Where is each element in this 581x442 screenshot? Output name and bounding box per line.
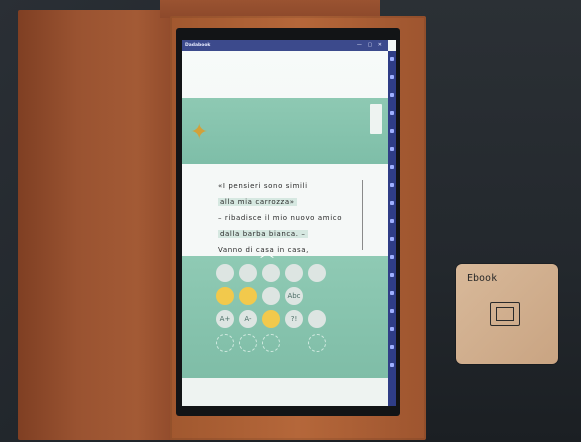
gear-icon[interactable] — [262, 310, 280, 328]
text-line: alla mia carrozza» — [218, 198, 297, 206]
speech-bubble-icon[interactable] — [262, 264, 280, 282]
rail-icon[interactable] — [390, 147, 394, 151]
rail-icon[interactable] — [390, 93, 394, 97]
reader-toolbar: ︿ Abc A+ A-?! — [182, 245, 388, 378]
flag-icon[interactable] — [216, 287, 234, 305]
rail-icon[interactable] — [390, 57, 394, 61]
rail-icon[interactable] — [390, 183, 394, 187]
text-line-content: – ribadisce il mio nuovo amico — [218, 214, 343, 222]
chevron-up-icon[interactable]: ︿ — [260, 242, 274, 262]
empty-slot — [239, 334, 257, 352]
decrease-font-icon[interactable]: A- — [239, 310, 257, 328]
rail-icon[interactable] — [390, 291, 394, 295]
rail-icon[interactable] — [390, 363, 394, 367]
help-icon[interactable]: ?! — [285, 310, 303, 328]
moon-icon[interactable] — [262, 287, 280, 305]
minimize-icon[interactable]: — — [357, 42, 364, 48]
keyboard-key-icon — [490, 302, 520, 326]
empty-slot — [216, 334, 234, 352]
text-line: «I pensieri sono simili — [218, 182, 308, 190]
side-menu-button[interactable] — [370, 104, 382, 134]
rail-icon[interactable] — [390, 165, 394, 169]
image-icon[interactable] — [285, 264, 303, 282]
rail-icon[interactable] — [390, 309, 394, 313]
rail-icon[interactable] — [390, 129, 394, 133]
text-icon[interactable] — [239, 287, 257, 305]
increase-font-icon[interactable]: A+ — [216, 310, 234, 328]
menu-icon[interactable] — [239, 264, 257, 282]
right-rail — [388, 51, 396, 406]
page-bottom — [182, 378, 388, 406]
book-icon[interactable] — [216, 264, 234, 282]
window-titlebar: Dadabook — ▢ ✕ — [182, 40, 388, 51]
rail-icon[interactable] — [390, 273, 394, 277]
text-line: dalla barba bianca. – — [218, 230, 308, 238]
empty-slot — [262, 334, 280, 352]
ebook-card: Ebook — [456, 264, 558, 364]
scroll-indicator[interactable] — [362, 180, 363, 250]
rail-icon[interactable] — [390, 237, 394, 241]
rail-icon[interactable] — [390, 327, 394, 331]
close-icon[interactable]: ✕ — [378, 42, 384, 48]
text-line-content: «I pensieri sono simili — [218, 182, 308, 190]
rail-icon[interactable] — [390, 75, 394, 79]
pages-icon[interactable] — [308, 264, 326, 282]
empty-slot — [308, 334, 326, 352]
ebook-card-title: Ebook — [467, 273, 498, 284]
header-banner: ✦ — [182, 98, 388, 218]
text-line-content: dalla barba bianca. – — [218, 230, 308, 238]
wood-panel — [18, 10, 188, 440]
font-icon[interactable]: Abc — [285, 287, 303, 305]
kiosk-screen: Dadabook — ▢ ✕ ✦ «I pensieri sono simili… — [182, 40, 396, 406]
rail-icon[interactable] — [390, 255, 394, 259]
window-controls[interactable]: — ▢ ✕ — [357, 40, 384, 51]
text-line-content: alla mia carrozza» — [218, 198, 297, 206]
rail-icon[interactable] — [390, 201, 394, 205]
window-title: Dadabook — [185, 43, 211, 48]
text-line: – ribadisce il mio nuovo amico — [218, 214, 342, 222]
rail-icon[interactable] — [390, 345, 394, 349]
rail-icon[interactable] — [390, 219, 394, 223]
bee-icon: ✦ — [190, 120, 209, 145]
document-icon[interactable] — [308, 310, 326, 328]
maximize-icon[interactable]: ▢ — [367, 42, 374, 48]
rail-icon[interactable] — [390, 111, 394, 115]
